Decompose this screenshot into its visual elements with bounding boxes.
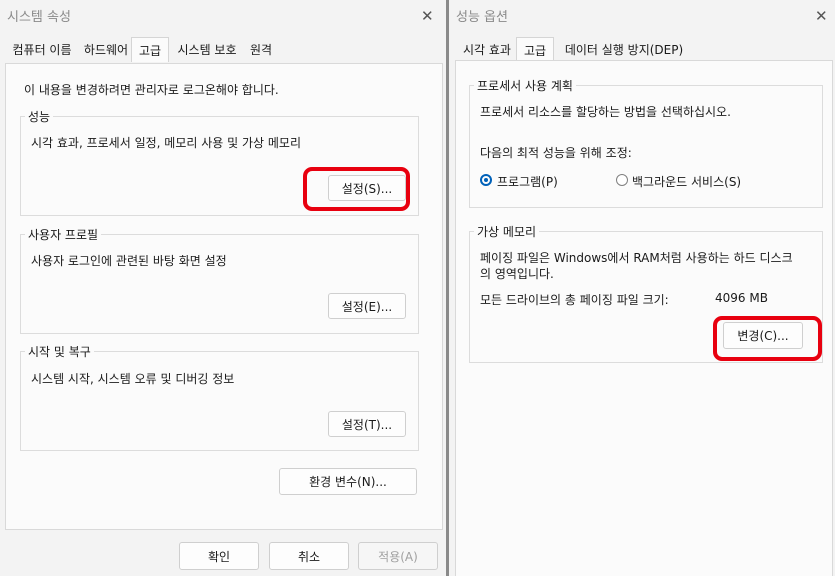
tab-system-protection[interactable]: 시스템 보호 (174, 40, 240, 60)
processor-scheduling-group: 프로세서 사용 계획 프로세서 리소스를 할당하는 방법을 선택하십시오. 다음… (469, 77, 823, 208)
user-profile-settings-button[interactable]: 설정(E)... (328, 293, 406, 319)
radio-background-services-label[interactable]: 백그라운드 서비스(S) (632, 173, 741, 190)
processor-scheduling-title: 프로세서 사용 계획 (474, 77, 576, 94)
startup-recovery-settings-button[interactable]: 설정(T)... (328, 411, 406, 437)
radio-programs-label[interactable]: 프로그램(P) (497, 173, 558, 190)
environment-variables-button[interactable]: 환경 변수(N)... (279, 468, 417, 495)
startup-recovery-group: 시작 및 복구 시스템 시작, 시스템 오류 및 디버깅 정보 설정(T)... (20, 343, 419, 451)
user-profile-group-title: 사용자 프로필 (25, 226, 102, 243)
tab-computer-name[interactable]: 컴퓨터 이름 (10, 40, 74, 60)
tab-advanced[interactable]: 고급 (131, 37, 169, 62)
startup-recovery-description: 시스템 시작, 시스템 오류 및 디버깅 정보 (31, 372, 235, 386)
virtual-memory-description-line2: 의 영역입니다. (480, 267, 554, 281)
processor-scheduling-description: 프로세서 리소스를 할당하는 방법을 선택하십시오. (480, 105, 731, 119)
total-paging-size-value: 4096 MB (715, 291, 768, 305)
apply-button[interactable]: 적용(A) (358, 542, 438, 570)
tab-remote[interactable]: 원격 (246, 40, 276, 60)
tab-hardware[interactable]: 하드웨어 (80, 40, 132, 60)
user-profile-group: 사용자 프로필 사용자 로그인에 관련된 바탕 화면 설정 설정(E)... (20, 226, 419, 334)
system-properties-window: 시스템 속성 ✕ 컴퓨터 이름 하드웨어 고급 시스템 보호 원격 이 내용을 … (0, 0, 446, 576)
user-profile-description: 사용자 로그인에 관련된 바탕 화면 설정 (31, 254, 227, 268)
advanced-tab-panel: 이 내용을 변경하려면 관리자로 로그온해야 합니다. 성능 시각 효과, 프로… (5, 63, 443, 530)
window-title: 성능 옵션 (456, 10, 508, 25)
performance-options-window: 성능 옵션 ✕ 시각 효과 고급 데이터 실행 방지(DEP) 프로세서 사용 … (449, 0, 835, 576)
tab-visual-effects[interactable]: 시각 효과 (459, 40, 515, 60)
radio-background-services[interactable] (616, 174, 628, 186)
virtual-memory-title: 가상 메모리 (474, 223, 540, 240)
total-paging-size-label: 모든 드라이브의 총 페이징 파일 크기: (480, 293, 669, 307)
performance-group-title: 성능 (25, 108, 54, 125)
highlight-box-performance-settings (303, 167, 410, 211)
close-icon[interactable]: ✕ (815, 7, 828, 25)
highlight-box-change-button (713, 316, 822, 361)
window-title: 시스템 속성 (7, 10, 71, 25)
tab-dep[interactable]: 데이터 실행 방지(DEP) (559, 40, 689, 60)
ok-button[interactable]: 확인 (179, 542, 259, 570)
tab-advanced[interactable]: 고급 (516, 37, 554, 62)
close-icon[interactable]: ✕ (421, 7, 434, 25)
virtual-memory-description-line1: 페이징 파일은 Windows에서 RAM처럼 사용하는 하드 디스크 (480, 251, 793, 265)
performance-description: 시각 효과, 프로세서 일정, 메모리 사용 및 가상 메모리 (31, 136, 301, 150)
radio-programs[interactable] (480, 174, 492, 186)
admin-note: 이 내용을 변경하려면 관리자로 로그온해야 합니다. (24, 83, 279, 97)
startup-recovery-group-title: 시작 및 복구 (25, 343, 94, 360)
cancel-button[interactable]: 취소 (269, 542, 349, 570)
adjust-for-label: 다음의 최적 성능을 위해 조정: (480, 146, 632, 160)
